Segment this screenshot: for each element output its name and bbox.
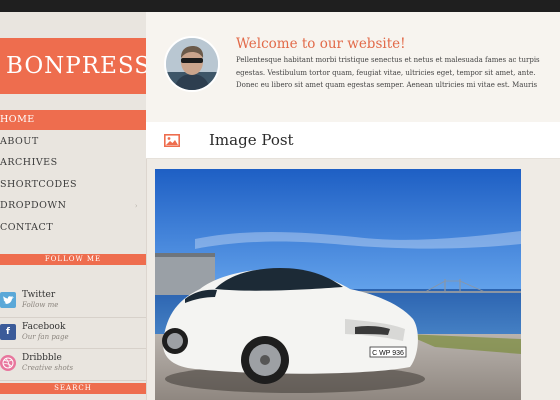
social-subtitle: Our fan page xyxy=(22,332,69,341)
nav-item-archives[interactable]: ARCHIVES xyxy=(0,153,146,173)
nav-item-label: ABOUT xyxy=(0,135,39,147)
nav-item-about[interactable]: ABOUT xyxy=(0,132,146,152)
search-heading: SEARCH xyxy=(0,383,146,394)
nav-item-label: SHORTCODES xyxy=(0,178,78,190)
social-item-facebook[interactable]: f Facebook Our fan page xyxy=(0,318,146,349)
main-nav: HOME ABOUT ARCHIVES SHORTCODES DROPDOWN ›… xyxy=(0,110,146,239)
license-plate: C WP 936 xyxy=(372,350,404,357)
social-subtitle: Follow me xyxy=(22,301,59,309)
image-icon xyxy=(164,133,180,147)
twitter-icon xyxy=(0,292,16,308)
dribbble-icon xyxy=(0,355,16,371)
social-subtitle: Creative shots xyxy=(22,364,74,372)
nav-item-shortcodes[interactable]: SHORTCODES xyxy=(0,175,146,195)
nav-item-label: CONTACT xyxy=(0,221,54,233)
nav-item-label: HOME xyxy=(0,114,35,125)
social-name: Facebook xyxy=(22,321,66,332)
chevron-right-icon: › xyxy=(134,202,138,210)
nav-item-label: DROPDOWN xyxy=(0,200,67,211)
nav-item-label: ARCHIVES xyxy=(0,157,58,168)
nav-item-contact[interactable]: CONTACT xyxy=(0,218,146,238)
facebook-icon: f xyxy=(0,323,16,340)
nav-item-home[interactable]: HOME xyxy=(0,110,146,130)
follow-me-heading: FOLLOW ME xyxy=(0,254,146,265)
post-image[interactable]: C WP 936 xyxy=(155,169,521,400)
social-name: Dribbble xyxy=(22,353,62,363)
avatar xyxy=(164,36,220,92)
welcome-title: Welcome to our website! xyxy=(236,36,406,52)
post-title[interactable]: Image Post xyxy=(209,131,294,149)
top-bar xyxy=(0,0,560,12)
sidebar: BONPRESS HOME ABOUT ARCHIVES SHORTCODES … xyxy=(0,12,150,400)
welcome-header: Welcome to our website! Pellentesque hab… xyxy=(146,12,560,122)
social-item-twitter[interactable]: Twitter Follow me xyxy=(0,286,146,318)
post-header: Image Post xyxy=(146,122,560,159)
nav-item-dropdown[interactable]: DROPDOWN › xyxy=(0,196,146,216)
site-logo[interactable]: BONPRESS xyxy=(0,38,150,94)
welcome-text: Pellentesque habitant morbi tristique se… xyxy=(236,56,540,89)
social-list: Twitter Follow me f Facebook Our fan pag… xyxy=(0,286,146,381)
social-name: Twitter xyxy=(22,290,56,300)
post-type-icon-box xyxy=(146,122,198,158)
social-item-dribbble[interactable]: Dribbble Creative shots xyxy=(0,349,146,381)
